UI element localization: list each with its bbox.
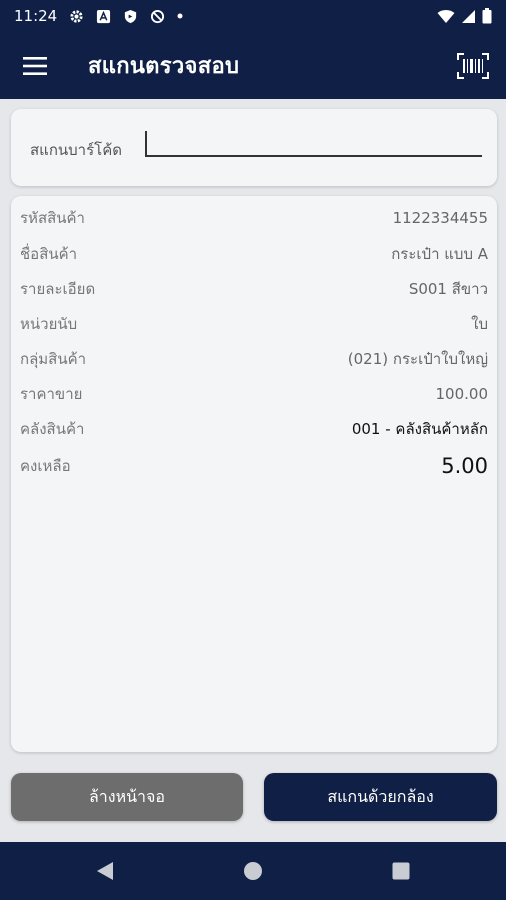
signal-icon [462, 9, 475, 23]
product-info-card: รหัสสินค้า 1122334455 ชื่อสินค้า กระเป๋า… [11, 196, 497, 752]
product-name-label: ชื่อสินค้า [20, 245, 78, 263]
system-navigation-bar [0, 842, 506, 900]
battery-icon [482, 8, 492, 24]
scan-barcode-label: สแกนบาร์โค้ด [30, 141, 122, 159]
page-title: สแกนตรวจสอบ [88, 54, 240, 79]
product-group-value: (021) กระเป๋าใบใหญ่ [347, 350, 488, 368]
nav-back-button[interactable] [31, 842, 179, 900]
product-detail-value: S001 สีขาว [408, 280, 488, 298]
price-value: 100.00 [435, 385, 489, 403]
recents-icon [392, 862, 410, 880]
product-group-row: กลุ่มสินค้า (021) กระเป๋าใบใหญ่ [20, 345, 488, 373]
warehouse-label: คลังสินค้า [20, 420, 85, 438]
product-detail-row: รายละเอียด S001 สีขาว [20, 275, 488, 303]
product-detail-label: รายละเอียด [20, 280, 96, 298]
warehouse-row: คลังสินค้า 001 - คลังสินค้าหลัก [20, 415, 488, 443]
product-name-row: ชื่อสินค้า กระเป๋า แบบ A [20, 240, 488, 268]
clear-screen-button[interactable]: ล้างหน้าจอ [11, 773, 243, 821]
gear-icon [70, 9, 83, 23]
font-a-icon [97, 9, 111, 23]
back-icon [97, 862, 113, 880]
menu-button[interactable] [0, 32, 70, 99]
unit-value: ใบ [471, 315, 488, 333]
nav-home-button[interactable] [179, 842, 327, 900]
app-bar: สแกนตรวจสอบ [0, 32, 506, 99]
shield-icon [125, 9, 137, 23]
price-row: ราคาขาย 100.00 [20, 380, 488, 408]
wifi-icon [437, 9, 455, 23]
text-cursor [145, 131, 147, 157]
stock-remaining-label: คงเหลือ [20, 457, 71, 475]
barcode-scan-icon [457, 52, 489, 79]
product-code-row: รหัสสินค้า 1122334455 [20, 204, 488, 232]
blocked-icon [151, 9, 165, 23]
hamburger-menu-icon [23, 56, 47, 75]
scan-input-wrapper [145, 129, 482, 157]
status-notification-icons [69, 9, 183, 24]
stock-remaining-row: คงเหลือ 5.00 [20, 452, 488, 480]
barcode-input[interactable] [145, 129, 482, 155]
product-name-value: กระเป๋า แบบ A [391, 245, 488, 263]
barcode-scan-button[interactable] [440, 32, 506, 99]
price-label: ราคาขาย [20, 385, 83, 403]
scan-with-camera-button[interactable]: สแกนด้วยกล้อง [264, 773, 497, 821]
stock-remaining-value: 5.00 [441, 454, 488, 478]
home-icon [244, 862, 262, 880]
nav-recents-button[interactable] [327, 842, 475, 900]
dot-icon [177, 13, 183, 19]
product-code-label: รหัสสินค้า [20, 209, 85, 227]
status-bar: 11:24 [0, 0, 506, 32]
unit-row: หน่วยนับ ใบ [20, 310, 488, 338]
status-time: 11:24 [14, 7, 58, 25]
unit-label: หน่วยนับ [20, 315, 78, 333]
product-code-value: 1122334455 [392, 209, 488, 227]
status-system-icons [437, 8, 492, 24]
warehouse-value: 001 - คลังสินค้าหลัก [351, 420, 488, 438]
scan-card: สแกนบาร์โค้ด [11, 109, 497, 186]
product-group-label: กลุ่มสินค้า [20, 350, 87, 368]
